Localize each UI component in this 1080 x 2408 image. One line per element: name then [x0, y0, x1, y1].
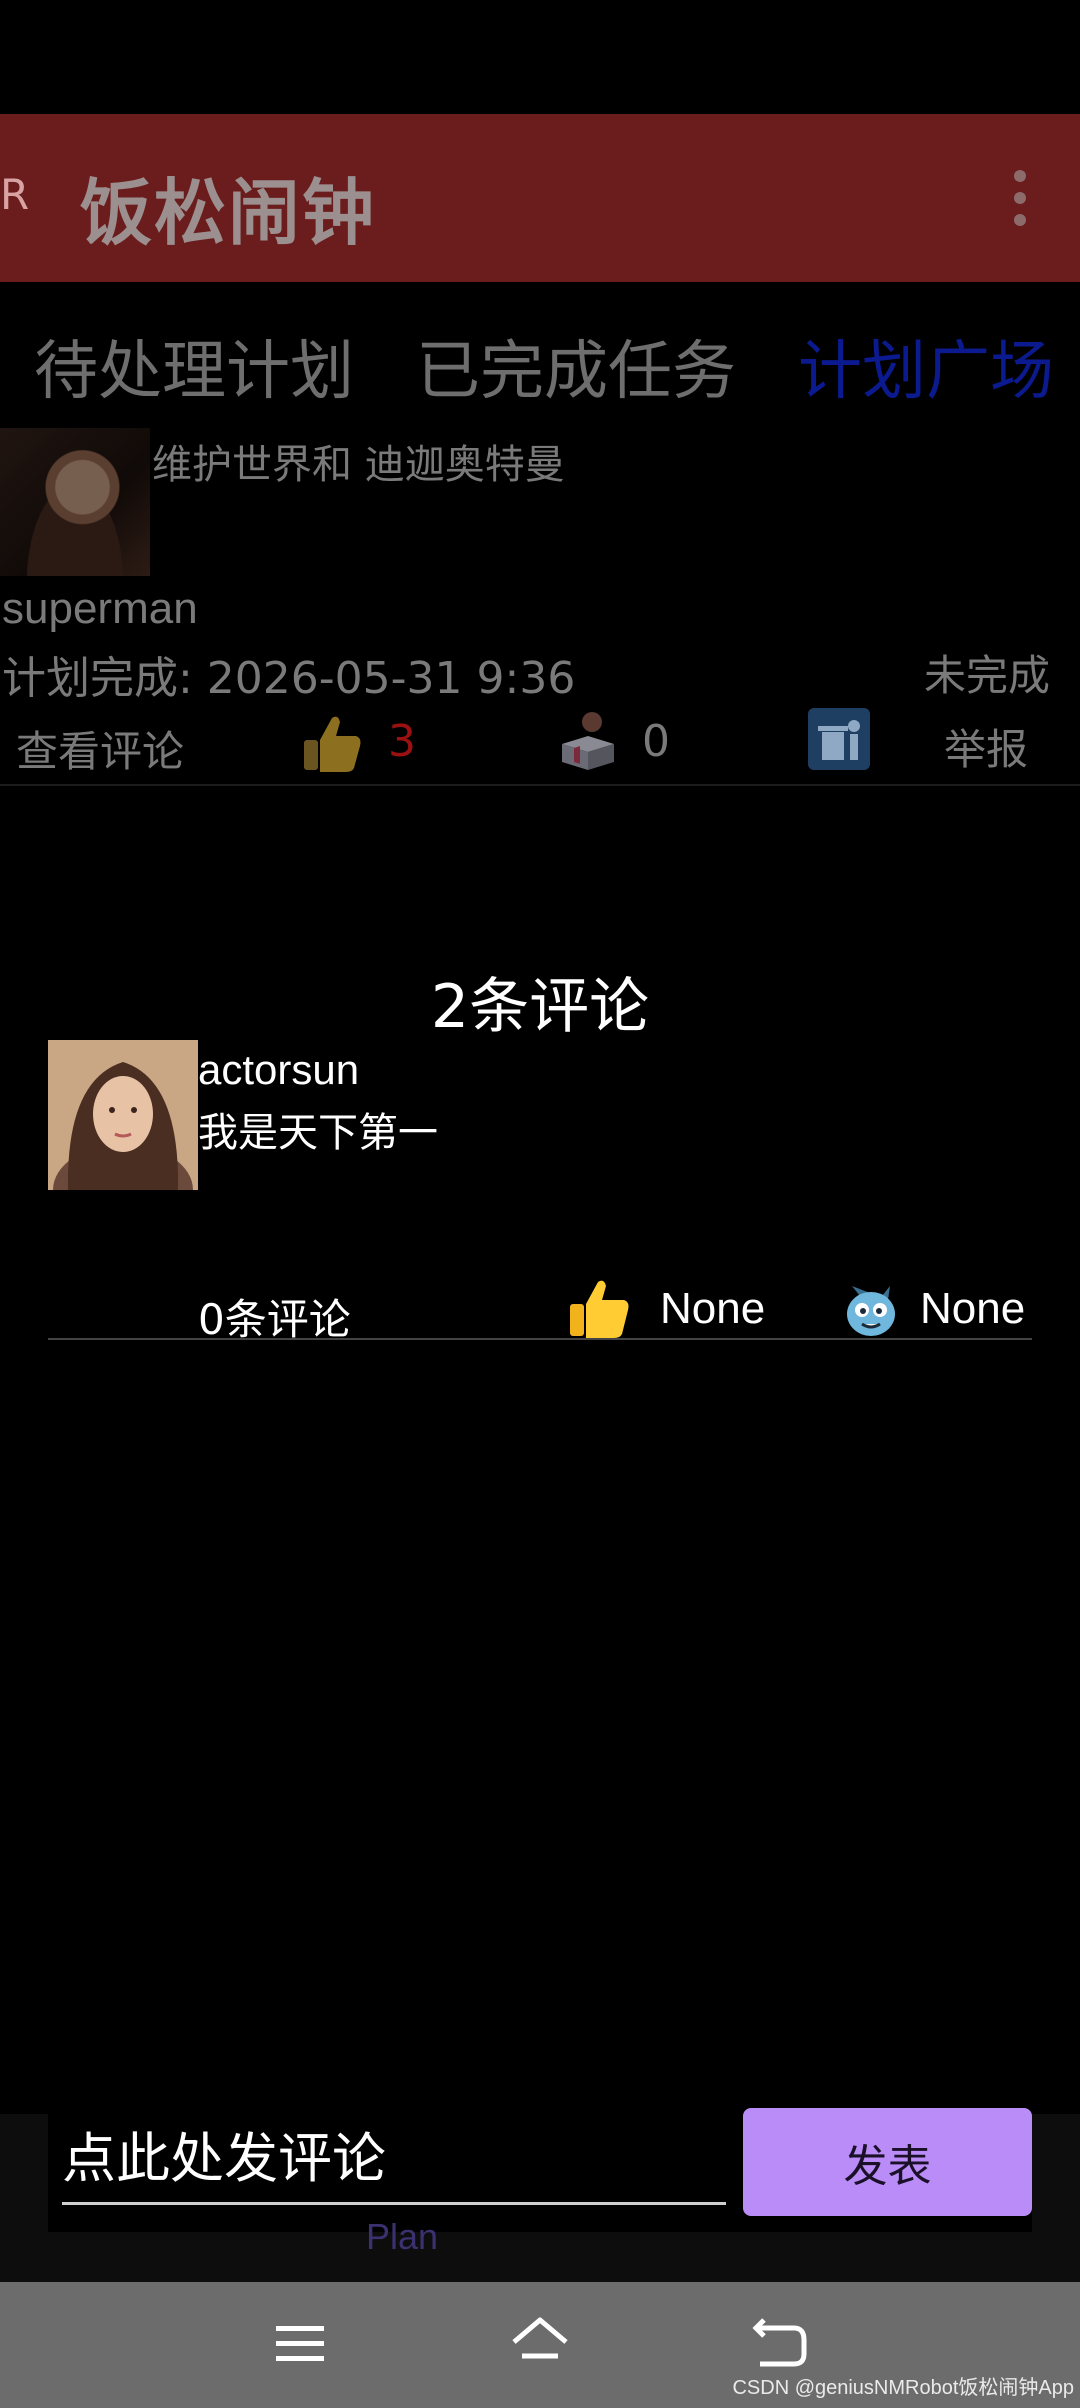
commenter-avatar[interactable]	[48, 1040, 198, 1190]
plan-gift-count: 0	[642, 716, 670, 767]
watermark: CSDN @geniusNMRobot饭松闹钟App	[732, 2377, 1074, 2399]
plan-author-name: superman	[2, 584, 198, 633]
trash-report-icon[interactable]	[808, 708, 870, 770]
comment-divider	[48, 1338, 1032, 1340]
comments-count: 2条评论	[430, 972, 650, 1042]
plan-like-count: 3	[388, 716, 416, 767]
tab-pending-plans[interactable]: 待处理计划	[34, 320, 354, 412]
report-link[interactable]: 举报	[944, 716, 1028, 777]
system-nav-bar: CSDN @geniusNMRobot饭松闹钟App	[0, 2282, 1080, 2408]
gift-box-icon[interactable]	[554, 708, 620, 774]
overflow-menu-icon[interactable]	[1012, 170, 1028, 226]
home-icon[interactable]	[508, 2312, 572, 2372]
comment-like-count: None	[660, 1284, 766, 1333]
comment-text: 我是天下第一	[198, 1110, 438, 1156]
app-title: 饭松闹钟	[80, 171, 377, 255]
tab-plan-square[interactable]: 计划广场	[798, 320, 1054, 412]
comment-input[interactable]	[62, 2114, 726, 2205]
menu-icon[interactable]	[272, 2316, 328, 2372]
thumbs-up-icon[interactable]	[300, 710, 364, 774]
tab-completed-tasks[interactable]: 已完成任务	[416, 320, 736, 412]
plan-title: 维护世界和 迪迦奥特曼	[152, 442, 565, 488]
plan-deadline: 计划完成: 2026-05-31 9:36	[2, 653, 576, 704]
monster-reaction-icon[interactable]	[838, 1274, 904, 1340]
back-icon[interactable]	[750, 2314, 810, 2374]
card-divider	[0, 784, 1080, 786]
comment-reaction-count: None	[920, 1284, 1026, 1333]
plan-author-avatar[interactable]	[0, 428, 150, 576]
thumbs-up-icon[interactable]	[566, 1274, 632, 1340]
bottom-nav-plan-label[interactable]: Plan	[366, 2216, 438, 2258]
plan-status: 未完成	[924, 651, 1051, 700]
nav-letter[interactable]: R	[0, 170, 29, 219]
comments-dialog: 2条评论 actorsun 我是天下第一 0条评论 None None	[48, 958, 1032, 2244]
post-comment-button[interactable]: 发表	[743, 2108, 1032, 2216]
view-comments-link[interactable]: 查看评论	[16, 718, 184, 779]
commenter-name: actorsun	[198, 1046, 360, 1093]
app-bar: R 饭松闹钟	[0, 114, 1080, 282]
